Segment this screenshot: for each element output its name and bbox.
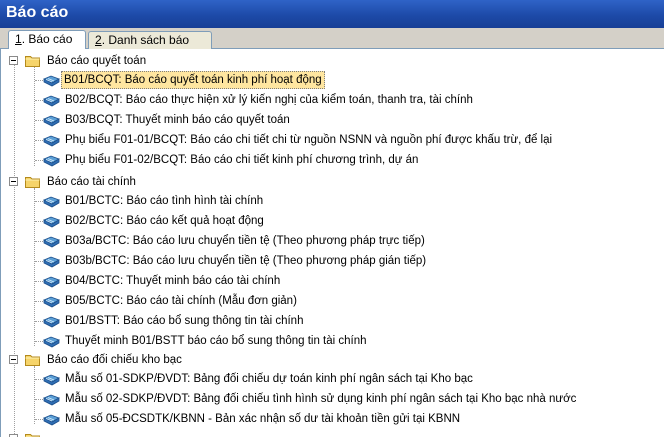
folder-icon: [25, 177, 40, 188]
tree-item[interactable]: Mẫu số 02-SDKP/ĐVDT: Bảng đối chiếu tình…: [35, 390, 655, 408]
tree-guide-line: [35, 261, 43, 262]
tree-item[interactable]: B03a/BCTC: Báo cáo lưu chuyển tiền tệ (T…: [35, 232, 655, 250]
tree-item-label: B03/BCQT: Thuyết minh báo cáo quyết toán: [65, 114, 290, 126]
tree-item-label: B05/BCTC: Báo cáo tài chính (Mẫu đơn giả…: [65, 295, 297, 307]
tree-guide-line: [35, 160, 43, 161]
tab-bao-cao[interactable]: 1. Báo cáo: [8, 30, 86, 50]
tree-item[interactable]: B03b/BCTC: Báo cáo lưu chuyển tiền tệ (T…: [35, 252, 655, 270]
tab-strip: 1. Báo cáo 2. Danh sách báo cáo: [0, 28, 664, 63]
tree-group-bao-cao-quyet-toan[interactable]: Báo cáo quyết toán: [9, 52, 649, 70]
tree-item-label: B02/BCQT: Báo cáo thực hiện xử lý kiến n…: [65, 94, 473, 106]
tree-item-label: B01/BSTT: Báo cáo bổ sung thông tin tài …: [65, 315, 304, 327]
tree-group-partial[interactable]: [9, 430, 69, 437]
tree-guide-line: [35, 120, 43, 121]
tree-item[interactable]: B05/BCTC: Báo cáo tài chính (Mẫu đơn giả…: [35, 292, 655, 310]
tree-item-label: B01/BCTC: Báo cáo tình hình tài chính: [65, 195, 264, 207]
tree-guide-line: [35, 241, 43, 242]
tree-guide-line: [35, 80, 43, 81]
report-book-icon: [43, 196, 60, 208]
tree-item[interactable]: Mẫu số 01-SDKP/ĐVDT: Bảng đối chiếu dự t…: [35, 370, 655, 388]
tree-item-label: Mẫu số 02-SDKP/ĐVDT: Bảng đối chiếu tình…: [65, 393, 577, 405]
report-book-icon: [43, 394, 60, 406]
group-label: Báo cáo tài chính: [47, 176, 136, 188]
folder-icon: [25, 355, 40, 366]
tree-item-label: Phụ biểu F01-02/BCQT: Báo cáo chi tiết k…: [65, 154, 419, 166]
report-book-icon: [43, 256, 60, 268]
tree-item[interactable]: Phụ biểu F01-02/BCQT: Báo cáo chi tiết k…: [35, 151, 655, 169]
tree-item-label: B01/BCQT: Báo cáo quyết toán kinh phí ho…: [61, 71, 325, 89]
tab-bao-cao-label: . Báo cáo: [21, 32, 73, 46]
tree-guide-line: [35, 140, 43, 141]
report-book-icon: [43, 336, 60, 348]
tree-item-label: B02/BCTC: Báo cáo kết quả hoạt động: [65, 215, 264, 227]
report-book-icon: [43, 115, 60, 127]
collapse-icon[interactable]: [9, 177, 18, 186]
group-label: Báo cáo quyết toán: [47, 55, 147, 67]
tab-danh-sach-number: 2: [95, 33, 102, 47]
tree-item-label: B03b/BCTC: Báo cáo lưu chuyển tiền tệ (T…: [65, 255, 427, 267]
title-bar: Báo cáo: [0, 0, 664, 28]
report-book-icon: [43, 95, 60, 107]
tree-item[interactable]: Mẫu số 05-ĐCSDTK/KBNN - Bản xác nhận số …: [35, 410, 655, 428]
report-book-icon: [43, 236, 60, 248]
tree-group-bao-cao-tai-chinh[interactable]: Báo cáo tài chính: [9, 173, 649, 191]
tree-item-label: Thuyết minh B01/BSTT báo cáo bổ sung thô…: [65, 335, 367, 347]
tab-bao-cao-number: 1: [15, 32, 22, 46]
report-book-icon: [43, 216, 60, 228]
report-book-icon: [43, 316, 60, 328]
tree-guide-line: [35, 379, 43, 380]
tree-item[interactable]: Thuyết minh B01/BSTT báo cáo bổ sung thô…: [35, 332, 655, 350]
folder-icon: [25, 56, 40, 67]
tree-item[interactable]: B01/BSTT: Báo cáo bổ sung thông tin tài …: [35, 312, 655, 330]
tree-guide-line: [35, 321, 43, 322]
tree-guide-line: [35, 419, 43, 420]
tree-guide-line: [35, 100, 43, 101]
report-book-icon: [43, 296, 60, 308]
tree-item[interactable]: B01/BCTC: Báo cáo tình hình tài chính: [35, 192, 655, 210]
tree-item[interactable]: B02/BCTC: Báo cáo kết quả hoạt động: [35, 212, 655, 230]
report-tree-panel: Báo cáo quyết toán B01/BCQT: Báo cáo quy…: [0, 49, 664, 437]
tree-guide-line: [35, 281, 43, 282]
tree-guide-line: [35, 201, 43, 202]
tree-item-label: Phụ biểu F01-01/BCQT: Báo cáo chi tiết c…: [65, 134, 553, 146]
report-book-icon: [43, 135, 60, 147]
collapse-icon[interactable]: [9, 355, 18, 364]
tree-item-label: Mẫu số 01-SDKP/ĐVDT: Bảng đối chiếu dự t…: [65, 373, 473, 385]
group-label: Báo cáo đối chiếu kho bạc: [47, 354, 182, 366]
window-title: Báo cáo: [6, 4, 69, 21]
tree-guide-line: [14, 61, 15, 434]
tree-item[interactable]: B01/BCQT: Báo cáo quyết toán kinh phí ho…: [35, 71, 655, 89]
report-book-icon: [43, 374, 60, 386]
tree-guide-line: [35, 399, 43, 400]
tree-item[interactable]: B03/BCQT: Thuyết minh báo cáo quyết toán: [35, 111, 655, 129]
report-book-icon: [43, 155, 60, 167]
folder-icon: [25, 434, 40, 437]
tree-item-label: B03a/BCTC: Báo cáo lưu chuyển tiền tệ (T…: [65, 235, 425, 247]
tree-guide-line: [35, 301, 43, 302]
report-book-icon: [43, 414, 60, 426]
report-book-icon: [43, 276, 60, 288]
collapse-icon[interactable]: [9, 56, 18, 65]
tab-danh-sach-bao-cao[interactable]: 2. Danh sách báo cáo: [88, 31, 212, 63]
tree-item[interactable]: B04/BCTC: Thuyết minh báo cáo tài chính: [35, 272, 655, 290]
tree-guide-line: [35, 221, 43, 222]
tree-item[interactable]: Phụ biểu F01-01/BCQT: Báo cáo chi tiết c…: [35, 131, 655, 149]
tree-group-bao-cao-doi-chieu-kho-bac[interactable]: Báo cáo đối chiếu kho bạc: [9, 351, 649, 369]
tree-item-label: Mẫu số 05-ĐCSDTK/KBNN - Bản xác nhận số …: [65, 413, 461, 425]
report-book-icon: [43, 75, 60, 87]
tree-guide-line: [35, 341, 43, 342]
tree-item[interactable]: B02/BCQT: Báo cáo thực hiện xử lý kiến n…: [35, 91, 655, 109]
tree-item-label: B04/BCTC: Thuyết minh báo cáo tài chính: [65, 275, 281, 287]
